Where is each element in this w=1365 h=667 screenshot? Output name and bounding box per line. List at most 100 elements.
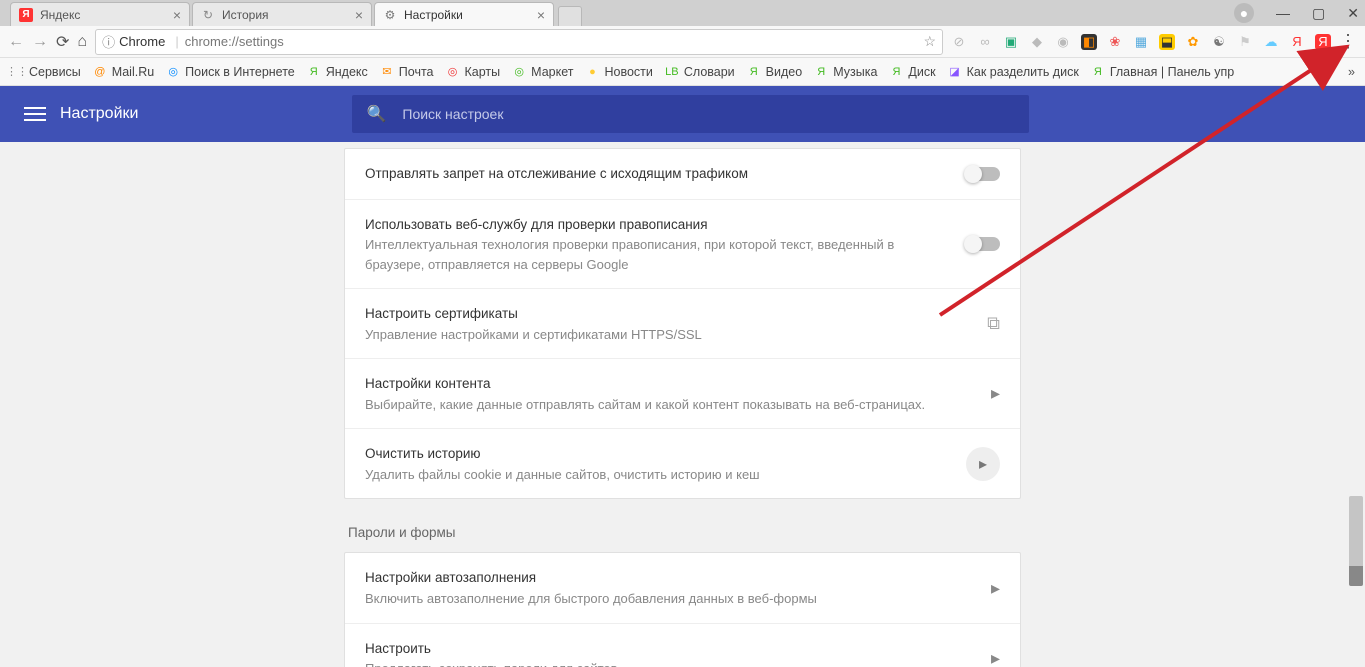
bookmark-item[interactable]: ◎Маркет (512, 65, 573, 79)
extensions-row: ⊘ ∞ ▣ ◆ ◉ ◧ ❀ ▦ ⬓ ✿ ☯ ⚑ ☁ ЯЯ (951, 34, 1331, 50)
home-button[interactable]: ⌂ (77, 33, 87, 51)
bookmark-icon: ⋮⋮ (10, 65, 24, 79)
chevron-right-icon: ▸ (991, 578, 1000, 599)
extension-icon[interactable]: ∞ (977, 34, 993, 50)
tab-title: Настройки (404, 8, 531, 22)
bookmark-item[interactable]: ⋮⋮Сервисы (10, 65, 81, 79)
row-title: Настроить (365, 638, 973, 660)
bookmark-item[interactable]: ◪Как разделить диск (948, 65, 1079, 79)
window-controls: ● — ▢ ✕ (1234, 0, 1359, 26)
bookmark-label: Словари (684, 65, 735, 79)
bookmark-label: Поиск в Интернете (185, 65, 295, 79)
settings-row[interactable]: Настроить сертификатыУправление настройк… (345, 289, 1020, 359)
bookmark-item[interactable]: LBСловари (665, 65, 735, 79)
extension-icon[interactable]: ▣ (1003, 34, 1019, 50)
row-text: НастроитьПредлагать сохранять пароли для… (365, 638, 973, 667)
extension-icon[interactable]: ⊘ (951, 34, 967, 50)
settings-search[interactable]: 🔍 (352, 95, 1029, 133)
kebab-menu-icon[interactable]: ⋮ (1339, 31, 1357, 52)
bookmarks-overflow-icon[interactable]: » (1348, 65, 1355, 79)
close-icon[interactable]: × (355, 7, 363, 23)
bookmark-item[interactable]: ◎Карты (446, 65, 501, 79)
profile-icon[interactable]: ● (1234, 3, 1254, 23)
bookmark-icon: Я (1091, 65, 1105, 79)
browser-toolbar: ← → ⟳ ⌂ ⓘ Chrome | chrome://settings ☆ ⊘… (0, 26, 1365, 58)
extension-icon[interactable]: ☯ (1211, 34, 1227, 50)
new-tab-button[interactable] (558, 6, 582, 26)
scrollbar-thumb[interactable] (1349, 496, 1363, 586)
row-subtitle: Предлагать сохранять пароли для сайтов (365, 659, 973, 667)
row-title: Настройки автозаполнения (365, 567, 973, 589)
reload-button[interactable]: ⟳ (56, 32, 69, 52)
minimize-button[interactable]: — (1276, 5, 1290, 21)
bookmark-item[interactable]: ◎Поиск в Интернете (166, 65, 295, 79)
bookmark-item[interactable]: ✉ Почта (380, 65, 434, 79)
bookmark-item[interactable]: @Mail.Ru (93, 65, 154, 79)
external-link-icon[interactable]: ⧉ (987, 313, 1000, 334)
row-title: Настроить сертификаты (365, 303, 969, 325)
row-title: Настройки контента (365, 373, 973, 395)
toggle-switch[interactable] (966, 167, 1000, 181)
settings-row[interactable]: Настройки контентаВыбирайте, какие данны… (345, 359, 1020, 429)
browser-tab-history[interactable]: ↻ История × (192, 2, 372, 26)
browser-tab-settings[interactable]: ⚙ Настройки × (374, 2, 554, 26)
extension-icon[interactable]: ◉ (1055, 34, 1071, 50)
toggle-switch[interactable] (966, 237, 1000, 251)
extension-icon[interactable]: Я (1289, 34, 1305, 50)
settings-row[interactable]: Очистить историюУдалить файлы cookie и д… (345, 429, 1020, 498)
bookmark-item[interactable]: ЯЯндекс (307, 65, 368, 79)
bookmark-star-icon[interactable]: ☆ (923, 33, 936, 50)
site-info-icon[interactable]: ⓘ (102, 32, 115, 51)
settings-row[interactable]: Настройки автозаполненияВключить автозап… (345, 553, 1020, 623)
action-circle-button[interactable]: ▸ (966, 447, 1000, 481)
extension-icon[interactable]: ✿ (1185, 34, 1201, 50)
bookmark-item[interactable]: ЯГлавная | Панель упр (1091, 65, 1234, 79)
settings-row[interactable]: НастроитьПредлагать сохранять пароли для… (345, 624, 1020, 667)
bookmark-icon: ● (585, 65, 599, 79)
settings-content: Отправлять запрет на отслеживание с исхо… (0, 142, 1365, 667)
bookmark-item[interactable]: ● Новости (585, 65, 652, 79)
settings-row[interactable]: Использовать веб-службу для проверки пра… (345, 200, 1020, 290)
bookmark-item[interactable]: ЯМузыка (814, 65, 877, 79)
extension-icon[interactable]: ◆ (1029, 34, 1045, 50)
gear-favicon: ⚙ (383, 8, 397, 22)
extension-icon[interactable]: Я (1315, 34, 1331, 50)
extension-icon[interactable]: ▦ (1133, 34, 1149, 50)
bookmark-icon: ◪ (948, 65, 962, 79)
extension-icon[interactable]: ❀ (1107, 34, 1123, 50)
bookmark-label: Новости (604, 65, 652, 79)
bookmark-icon: Я (814, 65, 828, 79)
row-text: Настройки контентаВыбирайте, какие данны… (365, 373, 973, 414)
section-passwords-label: Пароли и формы (348, 525, 1021, 540)
settings-row[interactable]: Отправлять запрет на отслеживание с исхо… (345, 149, 1020, 200)
bookmark-item[interactable]: ЯВидео (747, 65, 803, 79)
extension-icon[interactable]: ⚑ (1237, 34, 1253, 50)
browser-tabstrip: Я Яндекс × ↻ История × ⚙ Настройки × ● —… (0, 0, 1365, 26)
maximize-button[interactable]: ▢ (1312, 5, 1325, 22)
settings-header: Настройки 🔍 (0, 86, 1365, 142)
forward-button[interactable]: → (32, 33, 48, 51)
settings-search-input[interactable] (402, 106, 1015, 122)
back-button[interactable]: ← (8, 33, 24, 51)
browser-tab-yandex[interactable]: Я Яндекс × (10, 2, 190, 26)
bookmark-item[interactable]: ЯДиск (889, 65, 935, 79)
bookmark-icon: @ (93, 65, 107, 79)
bookmark-icon: Я (747, 65, 761, 79)
privacy-card: Отправлять запрет на отслеживание с исхо… (344, 148, 1021, 499)
extension-icon[interactable]: ◧ (1081, 34, 1097, 50)
row-title: Очистить историю (365, 443, 948, 465)
extension-icon[interactable]: ☁ (1263, 34, 1279, 50)
bookmark-icon: ✉ (380, 65, 394, 79)
close-icon[interactable]: × (537, 7, 545, 23)
close-icon[interactable]: × (173, 7, 181, 23)
bookmark-label: Почта (399, 65, 434, 79)
bookmark-icon: ◎ (446, 65, 460, 79)
extension-icon[interactable]: ⬓ (1159, 34, 1175, 50)
bookmarks-bar: ⋮⋮Сервисы@Mail.Ru◎Поиск в ИнтернетеЯЯнде… (0, 58, 1365, 86)
row-subtitle: Выбирайте, какие данные отправлять сайта… (365, 395, 973, 415)
window-close-button[interactable]: ✕ (1347, 5, 1359, 22)
address-bar[interactable]: ⓘ Chrome | chrome://settings ☆ (95, 29, 943, 55)
omnibox-chip: Chrome (119, 34, 165, 49)
chevron-right-icon: ▸ (991, 648, 1000, 667)
hamburger-icon[interactable] (24, 103, 46, 125)
